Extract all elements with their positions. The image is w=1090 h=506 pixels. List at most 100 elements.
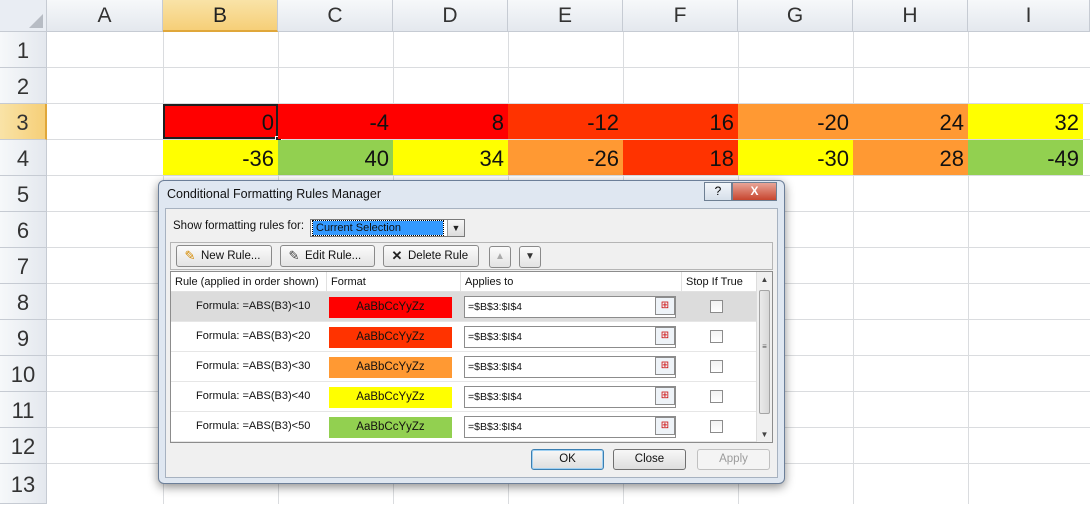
- header-applies-to: Applies to: [461, 272, 682, 292]
- row-header-10[interactable]: 10: [0, 356, 47, 392]
- row-header-9[interactable]: 9: [0, 320, 47, 356]
- cell-e4[interactable]: -26: [508, 140, 623, 175]
- applies-to-input[interactable]: =$B$3:$I$4: [464, 416, 676, 438]
- column-header-e[interactable]: E: [508, 0, 623, 32]
- grip-icon: ≡: [762, 342, 767, 351]
- applies-to-input[interactable]: =$B$3:$I$4: [464, 326, 676, 348]
- dialog-title: Conditional Formatting Rules Manager: [167, 187, 381, 201]
- edit-rule-button[interactable]: ✎ Edit Rule...: [280, 245, 375, 267]
- cell-b4[interactable]: -36: [163, 140, 278, 175]
- cell-c4[interactable]: 40: [278, 140, 393, 175]
- row-header-4[interactable]: 4: [0, 140, 47, 176]
- cell-f4[interactable]: 18: [623, 140, 738, 175]
- new-rule-icon: ✎: [184, 248, 196, 263]
- ok-button[interactable]: OK: [531, 449, 604, 470]
- cell-b3[interactable]: 0: [163, 104, 282, 143]
- range-picker-icon[interactable]: ⊞: [655, 357, 675, 375]
- row-header-2[interactable]: 2: [0, 68, 47, 104]
- rule-formula: Formula: =ABS(B3)<20: [196, 330, 311, 342]
- cell-g4[interactable]: -30: [738, 140, 853, 175]
- column-header-b[interactable]: B: [163, 0, 278, 32]
- rules-toolbar: ✎ New Rule... ✎ Edit Rule... ✕ Delete Ru…: [170, 242, 773, 270]
- apply-button[interactable]: Apply: [697, 449, 770, 470]
- stop-if-true-checkbox[interactable]: [710, 330, 723, 343]
- rule-formula: Formula: =ABS(B3)<10: [196, 300, 311, 312]
- show-rules-select[interactable]: Current Selection ▼: [310, 219, 465, 237]
- rule-row[interactable]: Formula: =ABS(B3)<10 AaBbCcYyZz =$B$3:$I…: [171, 292, 758, 322]
- edit-rule-icon: ✎: [288, 248, 300, 263]
- arrow-down-icon[interactable]: ▼: [519, 246, 541, 268]
- row-header-11[interactable]: 11: [0, 392, 47, 428]
- cell-h4[interactable]: 28: [853, 140, 968, 175]
- column-header-a[interactable]: A: [47, 0, 163, 32]
- rules-scrollbar[interactable]: ▲ ≡ ▼: [756, 272, 772, 442]
- column-header-c[interactable]: C: [278, 0, 393, 32]
- dialog-titlebar[interactable]: Conditional Formatting Rules Manager ? X: [159, 181, 784, 209]
- column-header-f[interactable]: F: [623, 0, 738, 32]
- close-button[interactable]: Close: [613, 449, 686, 470]
- help-button[interactable]: ?: [704, 182, 732, 201]
- stop-if-true-checkbox[interactable]: [710, 360, 723, 373]
- format-preview: AaBbCcYyZz: [329, 357, 452, 378]
- column-header-g[interactable]: G: [738, 0, 853, 32]
- cell-h3[interactable]: 24: [853, 104, 968, 139]
- dialog-body: Show formatting rules for: Current Selec…: [165, 208, 778, 478]
- grid-line: [47, 67, 1090, 68]
- stop-if-true-checkbox[interactable]: [710, 420, 723, 433]
- applies-to-input[interactable]: =$B$3:$I$4: [464, 356, 676, 378]
- column-header-i[interactable]: I: [968, 0, 1090, 32]
- rules-list[interactable]: Rule (applied in order shown) Format App…: [170, 271, 773, 443]
- header-format: Format: [327, 272, 461, 292]
- rule-row[interactable]: Formula: =ABS(B3)<50 AaBbCcYyZz =$B$3:$I…: [171, 412, 758, 442]
- new-rule-button[interactable]: ✎ New Rule...: [176, 245, 272, 267]
- header-rule: Rule (applied in order shown): [171, 272, 327, 292]
- column-header-h[interactable]: H: [853, 0, 968, 32]
- close-x-button[interactable]: X: [732, 182, 777, 201]
- delete-rule-label: Delete Rule: [408, 250, 469, 262]
- scroll-thumb[interactable]: ≡: [759, 290, 770, 414]
- rule-row[interactable]: Formula: =ABS(B3)<30 AaBbCcYyZz =$B$3:$I…: [171, 352, 758, 382]
- range-picker-icon[interactable]: ⊞: [655, 297, 675, 315]
- rule-row[interactable]: Formula: =ABS(B3)<20 AaBbCcYyZz =$B$3:$I…: [171, 322, 758, 352]
- cell-i4[interactable]: -49: [968, 140, 1083, 175]
- cell-d3[interactable]: 8: [393, 104, 508, 139]
- select-all-corner[interactable]: [0, 0, 47, 32]
- column-header-d[interactable]: D: [393, 0, 508, 32]
- new-rule-label: New Rule...: [201, 250, 261, 262]
- header-stop-if-true: Stop If True: [682, 272, 758, 292]
- scroll-down-icon[interactable]: ▼: [757, 427, 772, 442]
- row-header-7[interactable]: 7: [0, 248, 47, 284]
- range-picker-icon[interactable]: ⊞: [655, 327, 675, 345]
- delete-rule-button[interactable]: ✕ Delete Rule: [383, 245, 479, 267]
- row-header-12[interactable]: 12: [0, 428, 47, 464]
- row-header-13[interactable]: 13: [0, 464, 47, 504]
- range-picker-icon[interactable]: ⊞: [655, 417, 675, 435]
- cell-f3[interactable]: 16: [623, 104, 738, 139]
- stop-if-true-checkbox[interactable]: [710, 300, 723, 313]
- row-header-8[interactable]: 8: [0, 284, 47, 320]
- edit-rule-label: Edit Rule...: [305, 250, 362, 262]
- cell-e3[interactable]: -12: [508, 104, 623, 139]
- stop-if-true-checkbox[interactable]: [710, 390, 723, 403]
- rule-formula: Formula: =ABS(B3)<30: [196, 360, 311, 372]
- range-picker-icon[interactable]: ⊞: [655, 387, 675, 405]
- format-preview: AaBbCcYyZz: [329, 417, 452, 438]
- applies-to-input[interactable]: =$B$3:$I$4: [464, 386, 676, 408]
- row-header-6[interactable]: 6: [0, 212, 47, 248]
- applies-to-input[interactable]: =$B$3:$I$4: [464, 296, 676, 318]
- grid-line: [47, 175, 1090, 176]
- row-header-1[interactable]: 1: [0, 32, 47, 68]
- cell-c3[interactable]: -4: [278, 104, 393, 139]
- show-rules-value: Current Selection: [312, 220, 444, 236]
- chevron-down-icon[interactable]: ▼: [447, 220, 464, 236]
- format-preview: AaBbCcYyZz: [329, 327, 452, 348]
- rule-formula: Formula: =ABS(B3)<40: [196, 390, 311, 402]
- rule-row[interactable]: Formula: =ABS(B3)<40 AaBbCcYyZz =$B$3:$I…: [171, 382, 758, 412]
- cell-d4[interactable]: 34: [393, 140, 508, 175]
- row-header-5[interactable]: 5: [0, 176, 47, 212]
- cell-g3[interactable]: -20: [738, 104, 853, 139]
- scroll-up-icon[interactable]: ▲: [757, 272, 772, 287]
- row-header-3[interactable]: 3: [0, 104, 47, 140]
- cell-i3[interactable]: 32: [968, 104, 1083, 139]
- arrow-up-icon[interactable]: ▲: [489, 246, 511, 268]
